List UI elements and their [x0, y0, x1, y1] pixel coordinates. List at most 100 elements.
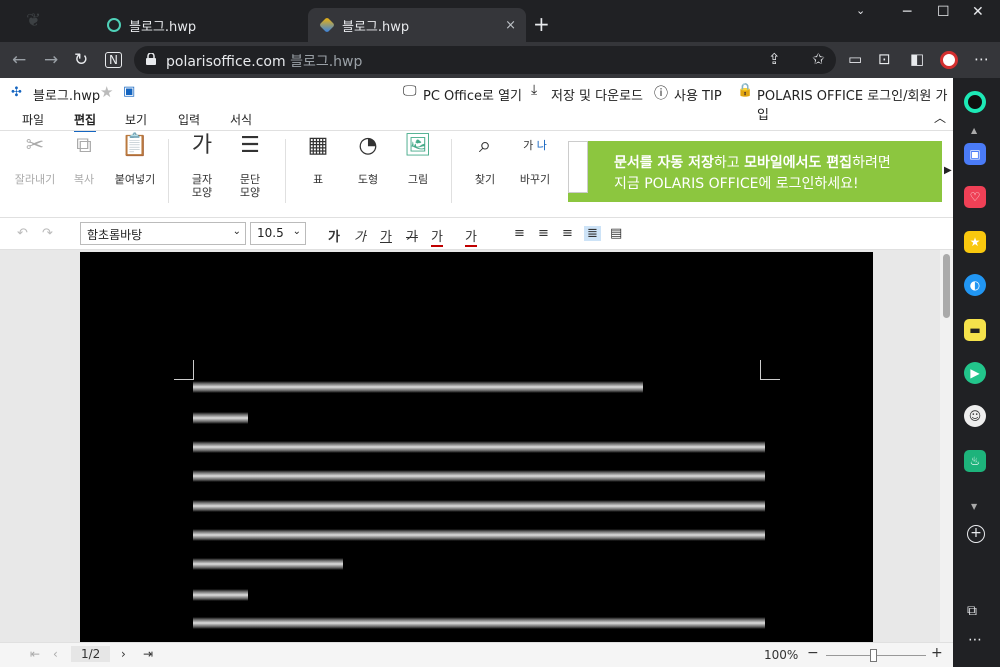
text-line — [193, 617, 765, 629]
screen-icon[interactable]: ▭ — [848, 50, 862, 68]
text-line — [193, 412, 248, 424]
polaris-app: ✣ 블로그.hwp ★ ▣ 🖵 PC Office로 열기 ⤓ 저장 및 다운로… — [0, 78, 953, 667]
save-icon[interactable]: ▣ — [123, 84, 135, 99]
tab-close-icon[interactable]: × — [505, 18, 516, 33]
menu-insert[interactable]: 입력 — [178, 111, 200, 128]
zoom-slider-thumb[interactable] — [870, 649, 877, 662]
copy-button[interactable]: ⧉ 복사 — [64, 133, 104, 187]
find-button[interactable]: ⌕ 찾기 — [468, 135, 502, 187]
next-page-icon[interactable]: › — [121, 647, 126, 661]
vertical-scrollbar[interactable] — [940, 250, 953, 642]
zoom-in-icon[interactable]: + — [931, 645, 943, 661]
sidebar-up-icon[interactable]: ▲ — [971, 126, 977, 135]
capture-icon[interactable]: ⊡ — [878, 50, 891, 68]
share-icon[interactable]: ⇪ — [768, 50, 781, 68]
text-line — [193, 500, 765, 512]
ribbon-separator — [451, 139, 452, 203]
star-app-icon[interactable]: ★ — [964, 231, 986, 253]
papago-icon[interactable]: ◐ — [964, 274, 986, 296]
forward-icon[interactable]: → — [44, 50, 58, 70]
green-app-icon[interactable] — [964, 91, 986, 113]
font-size-select[interactable]: 10.5 ⌄ — [250, 222, 306, 245]
last-page-icon[interactable]: ⇥ — [143, 647, 153, 661]
highlight-button[interactable]: 가 — [465, 226, 477, 247]
image-icon: 🖼 — [404, 133, 432, 158]
tab-2[interactable]: 블로그.hwp × — [308, 8, 526, 42]
menu-view[interactable]: 보기 — [125, 111, 147, 128]
font-color-button[interactable]: 가 — [431, 226, 443, 247]
maximize-button[interactable]: ☐ — [937, 4, 950, 20]
play-icon[interactable]: ▶ — [964, 362, 986, 384]
sidebar-add-icon[interactable]: + — [967, 525, 985, 543]
pc-office-link[interactable]: PC Office로 열기 — [423, 85, 522, 104]
underline-button[interactable]: 가 — [380, 226, 392, 245]
tab-circle-icon — [107, 18, 121, 32]
align-left-icon[interactable]: ≡ — [514, 226, 525, 241]
char-format-button[interactable]: 가 글자 모양 — [182, 135, 222, 200]
tab-list-icon[interactable]: ⌄ — [856, 4, 865, 17]
reload-icon[interactable]: ↻ — [74, 50, 88, 70]
zoom-out-icon[interactable]: − — [807, 645, 819, 661]
menu-format[interactable]: 서식 — [230, 111, 252, 128]
strikethrough-button[interactable]: 가 — [406, 226, 418, 245]
tab-1[interactable]: 블로그.hwp — [95, 8, 305, 42]
sidebar-more-icon[interactable]: ⋯ — [968, 632, 982, 648]
redo-icon[interactable]: ↷ — [42, 226, 53, 241]
favorite-star-icon[interactable]: ★ — [100, 83, 113, 101]
align-distribute-icon[interactable]: ▤ — [610, 226, 622, 241]
table-button[interactable]: ▦ 표 — [302, 135, 334, 187]
back-icon[interactable]: ← — [12, 50, 26, 70]
ribbon-separator — [285, 139, 286, 203]
info-icon: ⓘ — [654, 86, 668, 102]
new-tab-button[interactable]: + — [533, 12, 550, 36]
doc-title: 블로그.hwp — [33, 89, 101, 104]
image-button[interactable]: 🖼 그림 — [402, 133, 434, 187]
url-bar[interactable]: polarisoffice.com 블로그.hwp — [134, 46, 836, 74]
align-center-icon[interactable]: ≡ — [538, 226, 549, 241]
close-window-button[interactable]: ✕ — [972, 4, 984, 20]
menu-icon[interactable]: ⋯ — [974, 50, 989, 68]
copy-icon: ⧉ — [76, 133, 92, 158]
clova-icon[interactable]: ☺ — [964, 405, 986, 427]
favorites-icon[interactable]: ✩ — [812, 50, 825, 68]
sidebar-down-icon[interactable]: ▼ — [971, 502, 977, 511]
ribbon: ✂ 잘라내기 ⧉ 복사 📋 붙여넣기 가 글자 모양 ☰ 문단 모양 ▦ 표 ◔… — [0, 130, 953, 218]
page-indicator[interactable]: 1/2 — [71, 646, 111, 662]
lock-small-icon: 🔒 — [737, 83, 754, 98]
prev-page-icon[interactable]: ‹ — [53, 647, 58, 661]
doc-header: ✣ 블로그.hwp ★ ▣ 🖵 PC Office로 열기 ⤓ 저장 및 다운로… — [0, 78, 953, 123]
menu-file[interactable]: 파일 — [22, 111, 44, 128]
paragraph-icon: ☰ — [240, 133, 260, 158]
bold-button[interactable]: 가 — [328, 226, 340, 245]
undo-icon[interactable]: ↶ — [17, 226, 28, 241]
para-format-button[interactable]: ☰ 문단 모양 — [230, 133, 270, 200]
align-right-icon[interactable]: ≡ — [562, 226, 573, 241]
briefcase-icon[interactable]: ▣ — [964, 143, 986, 165]
pocket-icon[interactable]: ♡ — [964, 186, 986, 208]
paste-button[interactable]: 📋 붙여넣기 — [110, 135, 160, 187]
minimize-button[interactable]: ─ — [903, 4, 911, 20]
open-external-icon[interactable]: ⧉ — [967, 603, 977, 619]
first-page-icon[interactable]: ⇤ — [30, 647, 40, 661]
font-select[interactable]: 함초롬바탕 ⌄ — [80, 222, 246, 245]
align-justify-icon[interactable]: ≣ — [584, 226, 601, 241]
shape-button[interactable]: ◔ 도형 — [350, 135, 386, 187]
ribbon-scroll-right-icon[interactable]: ▶ — [944, 165, 952, 176]
save-download-link[interactable]: 저장 및 다운로드 — [551, 85, 643, 104]
profile-icon[interactable] — [940, 51, 958, 69]
scroll-thumb[interactable] — [943, 254, 950, 318]
menu-bar: 파일 편집 보기 입력 서식 ︿ — [0, 108, 953, 132]
memo-icon[interactable]: ▬ — [964, 319, 986, 341]
replace-button[interactable]: 가 나 바꾸기 — [514, 139, 556, 186]
italic-button[interactable]: 가 — [354, 226, 366, 245]
text-line — [193, 529, 765, 541]
document-page[interactable] — [80, 252, 873, 642]
login-promo-banner[interactable]: 문서를 자동 저장하고 모바일에서도 편집하려면 지금 POLARIS OFFI… — [568, 141, 942, 202]
collapse-ribbon-icon[interactable]: ︿ — [934, 109, 946, 126]
cut-button[interactable]: ✂ 잘라내기 — [12, 135, 58, 187]
naver-icon[interactable]: N — [105, 52, 122, 68]
game-icon[interactable]: ♨ — [964, 450, 986, 472]
menu-edit[interactable]: 편집 — [74, 111, 97, 132]
tip-link[interactable]: 사용 TIP — [674, 85, 722, 104]
sidebar-toggle-icon[interactable]: ◧ — [910, 50, 924, 68]
